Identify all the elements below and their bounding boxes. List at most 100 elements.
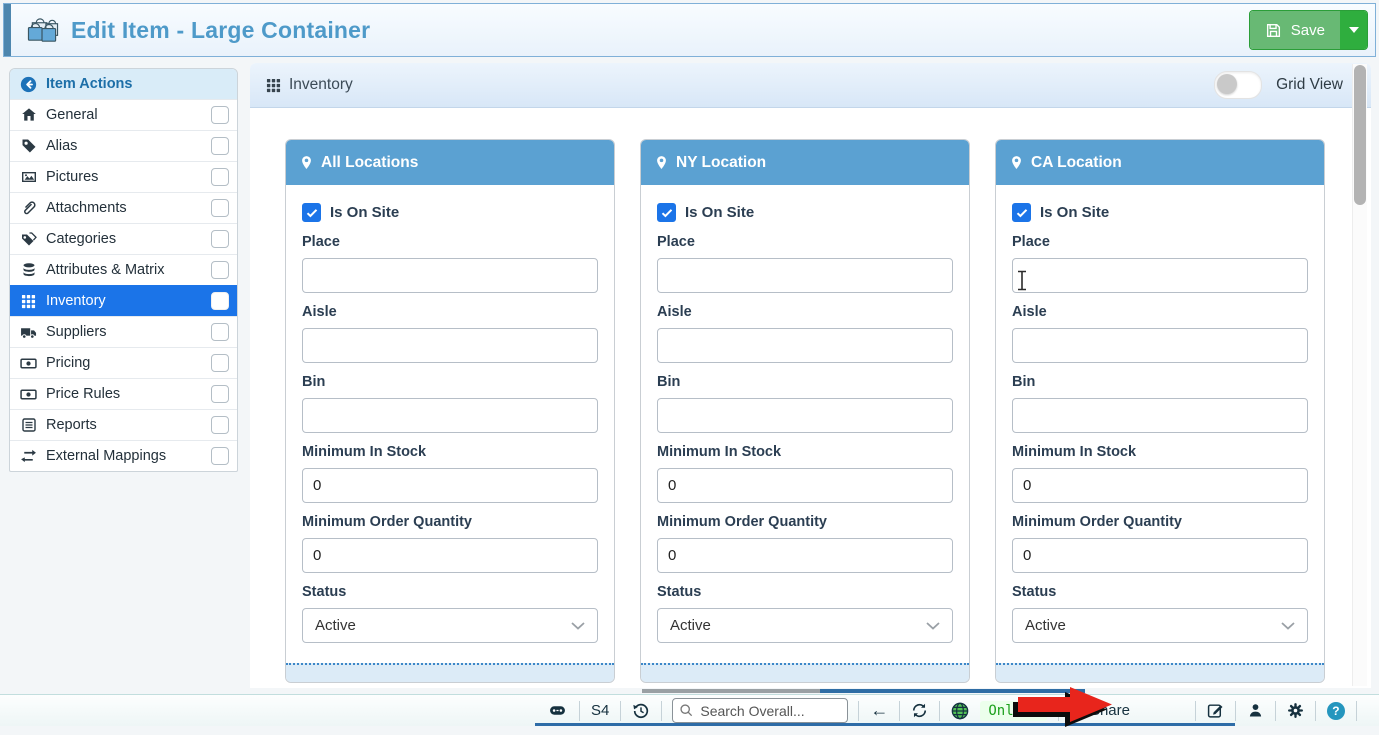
online-status[interactable]: Online xyxy=(942,701,1056,721)
taskbar-divider xyxy=(1315,701,1316,721)
sidebar-item-checkbox[interactable] xyxy=(211,137,229,155)
is-on-site-checkbox[interactable] xyxy=(1012,203,1031,222)
status-select[interactable]: Active xyxy=(1012,608,1308,643)
sidebar-item-alias[interactable]: Alias xyxy=(10,130,237,161)
sidebar-item-pictures[interactable]: Pictures xyxy=(10,161,237,192)
tags-icon xyxy=(20,231,37,247)
sidebar-header: Item Actions xyxy=(10,69,237,99)
settings-button[interactable] xyxy=(1278,702,1313,719)
place-label: Place xyxy=(1012,234,1308,251)
minimum-in-stock-input[interactable] xyxy=(657,468,953,503)
minimum-in-stock-label: Minimum In Stock xyxy=(1012,444,1308,461)
toggle-knob xyxy=(1217,74,1237,94)
back-button[interactable]: ← xyxy=(861,700,897,721)
swap-icon xyxy=(20,448,37,465)
sidebar-item-inventory[interactable]: Inventory xyxy=(10,285,237,316)
search-input[interactable] xyxy=(673,699,847,722)
sidebar-item-pricing[interactable]: Pricing xyxy=(10,347,237,378)
vertical-scrollbar-thumb[interactable] xyxy=(1354,65,1366,205)
sidebar-item-external-mappings[interactable]: External Mappings xyxy=(10,440,237,471)
sidebar-item-label: Pictures xyxy=(46,169,98,185)
place-input[interactable] xyxy=(657,258,953,293)
sidebar-item-checkbox[interactable] xyxy=(211,447,229,465)
edit-icon xyxy=(1207,702,1224,719)
sidebar-item-checkbox[interactable] xyxy=(211,261,229,279)
is-on-site-label: Is On Site xyxy=(685,204,754,221)
grid-icon xyxy=(20,294,37,309)
stack-icon xyxy=(20,262,37,278)
report-icon xyxy=(20,417,37,433)
bin-label: Bin xyxy=(657,374,953,391)
capsule-button[interactable] xyxy=(538,702,577,719)
sidebar-item-price-rules[interactable]: Price Rules xyxy=(10,378,237,409)
sidebar-item-general[interactable]: General xyxy=(10,99,237,130)
sidebar-item-label: Attributes & Matrix xyxy=(46,262,164,278)
sidebar-item-attachments[interactable]: Attachments xyxy=(10,192,237,223)
sidebar-item-checkbox[interactable] xyxy=(211,354,229,372)
place-input[interactable] xyxy=(1012,258,1308,293)
capsule-icon xyxy=(547,702,568,719)
sidebar-item-checkbox[interactable] xyxy=(211,168,229,186)
page-title: Edit Item - Large Container xyxy=(71,17,370,44)
location-card-ca-location: CA Location Is On Site PlaceAisleBinMini… xyxy=(995,139,1325,683)
select-value: Active xyxy=(315,617,356,634)
horizontal-scrollbar-thumb[interactable] xyxy=(642,689,820,693)
page: { "page": { "title": "Edit Item - Large … xyxy=(0,0,1379,726)
taskbar-divider xyxy=(1275,701,1276,721)
help-button[interactable]: ? xyxy=(1318,702,1354,720)
sidebar-item-checkbox[interactable] xyxy=(211,230,229,248)
s4-button[interactable]: S4 xyxy=(582,702,618,719)
sidebar-item-checkbox[interactable] xyxy=(211,323,229,341)
sidebar-item-checkbox[interactable] xyxy=(211,416,229,434)
bin-input[interactable] xyxy=(302,398,598,433)
aisle-input[interactable] xyxy=(302,328,598,363)
status-select[interactable]: Active xyxy=(302,608,598,643)
location-card-header: All Locations xyxy=(286,140,614,185)
save-button[interactable]: Save xyxy=(1250,11,1340,49)
minimum-in-stock-input[interactable] xyxy=(1012,468,1308,503)
sidebar-item-categories[interactable]: Categories xyxy=(10,223,237,254)
grid-view-toggle[interactable] xyxy=(1214,71,1262,99)
card-footer-handle xyxy=(286,663,614,682)
help-icon: ? xyxy=(1327,702,1345,720)
minimum-order-quantity-input[interactable] xyxy=(302,538,598,573)
aisle-input[interactable] xyxy=(1012,328,1308,363)
is-on-site-checkbox[interactable] xyxy=(302,203,321,222)
sidebar-item-reports[interactable]: Reports xyxy=(10,409,237,440)
share-button[interactable]: Share xyxy=(1061,702,1139,719)
sidebar-item-label: General xyxy=(46,107,98,123)
sidebar-item-checkbox[interactable] xyxy=(211,292,229,310)
minimum-in-stock-input[interactable] xyxy=(302,468,598,503)
vertical-scrollbar[interactable] xyxy=(1352,64,1367,686)
sidebar-item-checkbox[interactable] xyxy=(211,106,229,124)
place-input[interactable] xyxy=(302,258,598,293)
refresh-button[interactable] xyxy=(902,702,937,719)
user-button[interactable] xyxy=(1238,702,1273,719)
minimum-order-quantity-input[interactable] xyxy=(657,538,953,573)
minimum-order-quantity-input[interactable] xyxy=(1012,538,1308,573)
sidebar-item-checkbox[interactable] xyxy=(211,199,229,217)
sidebar-item-attributes-matrix[interactable]: Attributes & Matrix xyxy=(10,254,237,285)
map-pin-icon xyxy=(654,155,669,170)
bin-input[interactable] xyxy=(657,398,953,433)
back-arrow-icon: ← xyxy=(870,700,888,721)
search-box xyxy=(672,698,848,723)
taskbar-divider xyxy=(939,701,940,721)
home-icon xyxy=(20,107,37,123)
edit-button[interactable] xyxy=(1198,702,1233,719)
circle-arrow-left-icon[interactable] xyxy=(20,76,37,93)
history-button[interactable] xyxy=(623,702,659,720)
location-card-header: CA Location xyxy=(996,140,1324,185)
is-on-site-label: Is On Site xyxy=(330,204,399,221)
bin-input[interactable] xyxy=(1012,398,1308,433)
sidebar-item-suppliers[interactable]: Suppliers xyxy=(10,316,237,347)
location-card-title: All Locations xyxy=(321,154,418,172)
status-select[interactable]: Active xyxy=(657,608,953,643)
sidebar-item-checkbox[interactable] xyxy=(211,385,229,403)
history-icon xyxy=(632,702,650,720)
minimum-order-quantity-label: Minimum Order Quantity xyxy=(657,514,953,531)
is-on-site-checkbox[interactable] xyxy=(657,203,676,222)
aisle-input[interactable] xyxy=(657,328,953,363)
shopping-bags-icon xyxy=(25,15,61,46)
save-dropdown-button[interactable] xyxy=(1340,11,1367,49)
